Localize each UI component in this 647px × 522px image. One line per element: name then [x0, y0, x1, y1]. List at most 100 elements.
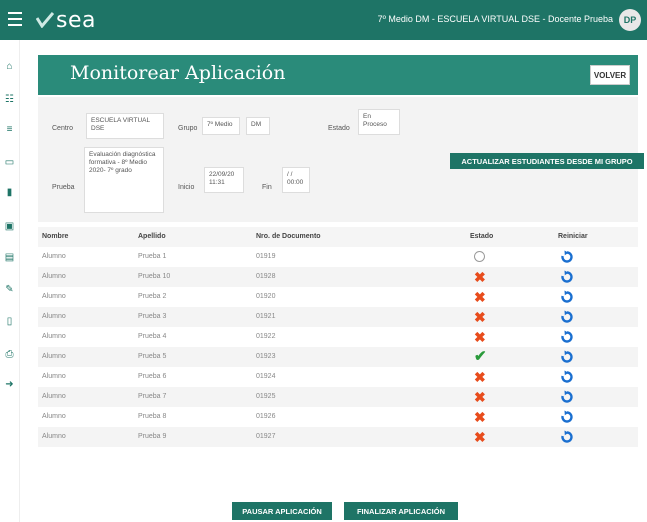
- cell-nombre: Alumno: [42, 313, 66, 320]
- cell-nombre: Alumno: [42, 433, 66, 440]
- header-nombre: Nombre: [42, 233, 69, 240]
- reset-icon[interactable]: [560, 270, 574, 284]
- status-not-started-icon: ✖: [474, 329, 486, 345]
- print-icon[interactable]: ⎙: [4, 350, 15, 360]
- grupo-field[interactable]: 7º Medio: [202, 117, 240, 135]
- status-not-started-icon: ✖: [474, 429, 486, 445]
- status-not-started-icon: ✖: [474, 369, 486, 385]
- cell-documento: 01920: [256, 293, 276, 300]
- reset-icon[interactable]: [560, 250, 574, 264]
- cell-apellido: Prueba 6: [138, 373, 167, 380]
- table-row: Alumno Prueba 8 01926 ✖: [38, 407, 638, 427]
- cell-nombre: Alumno: [42, 353, 66, 360]
- reset-icon[interactable]: [560, 310, 574, 324]
- cell-nombre: Alumno: [42, 393, 66, 400]
- prueba-field[interactable]: Evaluación diagnóstica formativa - 8º Me…: [84, 147, 164, 213]
- list-icon[interactable]: ≡: [4, 125, 15, 135]
- top-bar: sea 7º Medio DM - ESCUELA VIRTUAL DSE - …: [0, 0, 647, 40]
- cell-apellido: Prueba 10: [138, 273, 171, 280]
- cell-nombre: Alumno: [42, 333, 66, 340]
- document-icon[interactable]: ▣: [4, 222, 15, 232]
- cell-apellido: Prueba 3: [138, 313, 167, 320]
- cell-documento: 01924: [256, 373, 276, 380]
- cell-nombre: Alumno: [42, 373, 66, 380]
- reset-icon[interactable]: [560, 330, 574, 344]
- cell-apellido: Prueba 5: [138, 353, 167, 360]
- cell-apellido: Prueba 9: [138, 433, 167, 440]
- estado-field[interactable]: En Proceso: [358, 109, 400, 135]
- reset-icon[interactable]: [560, 430, 574, 444]
- status-not-started-icon: ✖: [474, 309, 486, 325]
- cell-documento: 01926: [256, 413, 276, 420]
- table-row: Alumno Prueba 4 01922 ✖: [38, 327, 638, 347]
- cell-apellido: Prueba 8: [138, 413, 167, 420]
- cell-documento: 01919: [256, 253, 276, 260]
- estado-label: Estado: [328, 125, 350, 132]
- cell-apellido: Prueba 1: [138, 253, 167, 260]
- centro-label: Centro: [52, 125, 74, 132]
- cell-documento: 01927: [256, 433, 276, 440]
- pausar-aplicacion-button[interactable]: PAUSAR APLICACIÓN: [232, 502, 332, 520]
- page-header: Monitorear Aplicación VOLVER: [38, 55, 638, 95]
- status-not-started-icon: ✖: [474, 389, 486, 405]
- page-title: Monitorear Aplicación: [70, 62, 286, 84]
- brand-name: sea: [56, 7, 96, 33]
- status-not-started-icon: ✖: [474, 289, 486, 305]
- reset-icon[interactable]: [560, 370, 574, 384]
- cell-apellido: Prueba 2: [138, 293, 167, 300]
- table-row: Alumno Prueba 2 01920 ✖: [38, 287, 638, 307]
- table-row: Alumno Prueba 5 01923 ✔: [38, 347, 638, 367]
- file-icon[interactable]: ▯: [4, 317, 15, 327]
- cell-apellido: Prueba 7: [138, 393, 167, 400]
- cell-documento: 01928: [256, 273, 276, 280]
- prueba-label: Prueba: [52, 184, 75, 191]
- cell-nombre: Alumno: [42, 293, 66, 300]
- volver-button[interactable]: VOLVER: [590, 65, 630, 85]
- table-row: Alumno Prueba 3 01921 ✖: [38, 307, 638, 327]
- cell-nombre: Alumno: [42, 253, 66, 260]
- centro-field[interactable]: ESCUELA VIRTUAL DSE: [86, 113, 164, 139]
- inicio-field[interactable]: 22/09/20 11:31: [204, 167, 244, 193]
- header-estado: Estado: [470, 233, 494, 240]
- reset-icon[interactable]: [560, 410, 574, 424]
- cell-documento: 01923: [256, 353, 276, 360]
- grupo-label: Grupo: [178, 125, 198, 132]
- table-row: Alumno Prueba 9 01927 ✖: [38, 427, 638, 447]
- inicio-label: Inicio: [178, 184, 195, 191]
- header-documento: Nro. de Documento: [256, 233, 321, 240]
- status-not-started-icon: ✖: [474, 409, 486, 425]
- book-icon[interactable]: ▮: [4, 188, 15, 198]
- fin-label: Fin: [262, 184, 272, 191]
- fin-field[interactable]: / / 00:00: [282, 167, 310, 193]
- status-finished-icon: ✔: [474, 348, 487, 365]
- reset-icon[interactable]: [560, 290, 574, 304]
- reset-icon[interactable]: [560, 350, 574, 364]
- cell-apellido: Prueba 4: [138, 333, 167, 340]
- grupo-division-field[interactable]: DM: [246, 117, 270, 135]
- clipboard-icon[interactable]: ▤: [4, 253, 15, 263]
- folder-icon[interactable]: ▭: [4, 158, 15, 168]
- cell-documento: 01925: [256, 393, 276, 400]
- actualizar-estudiantes-button[interactable]: ACTUALIZAR ESTUDIANTES DESDE MI GRUPO: [450, 153, 644, 169]
- logo-check-icon: [36, 12, 54, 28]
- sea-logo[interactable]: sea: [36, 6, 96, 34]
- users-icon[interactable]: ☷: [4, 95, 15, 105]
- user-context: 7º Medio DM - ESCUELA VIRTUAL DSE - Doce…: [377, 14, 613, 24]
- sidebar: ⌂ ☷ ≡ ▭ ▮ ▣ ▤ ✎ ▯ ⎙ ➜: [0, 40, 20, 522]
- header-apellido: Apellido: [138, 233, 166, 240]
- pencil-icon[interactable]: ✎: [4, 285, 15, 295]
- logout-icon[interactable]: ➜: [4, 380, 15, 390]
- home-icon[interactable]: ⌂: [4, 62, 15, 72]
- avatar[interactable]: DP: [619, 9, 641, 31]
- cell-nombre: Alumno: [42, 413, 66, 420]
- table-row: Alumno Prueba 10 01928 ✖: [38, 267, 638, 287]
- status-not-started-icon: ✖: [474, 269, 486, 285]
- cell-documento: 01921: [256, 313, 276, 320]
- table-row: Alumno Prueba 6 01924 ✖: [38, 367, 638, 387]
- students-table: Nombre Apellido Nro. de Documento Estado…: [38, 227, 638, 447]
- table-row: Alumno Prueba 7 01925 ✖: [38, 387, 638, 407]
- hamburger-menu-icon[interactable]: [8, 12, 22, 26]
- reset-icon[interactable]: [560, 390, 574, 404]
- finalizar-aplicacion-button[interactable]: FINALIZAR APLICACIÓN: [344, 502, 458, 520]
- cell-nombre: Alumno: [42, 273, 66, 280]
